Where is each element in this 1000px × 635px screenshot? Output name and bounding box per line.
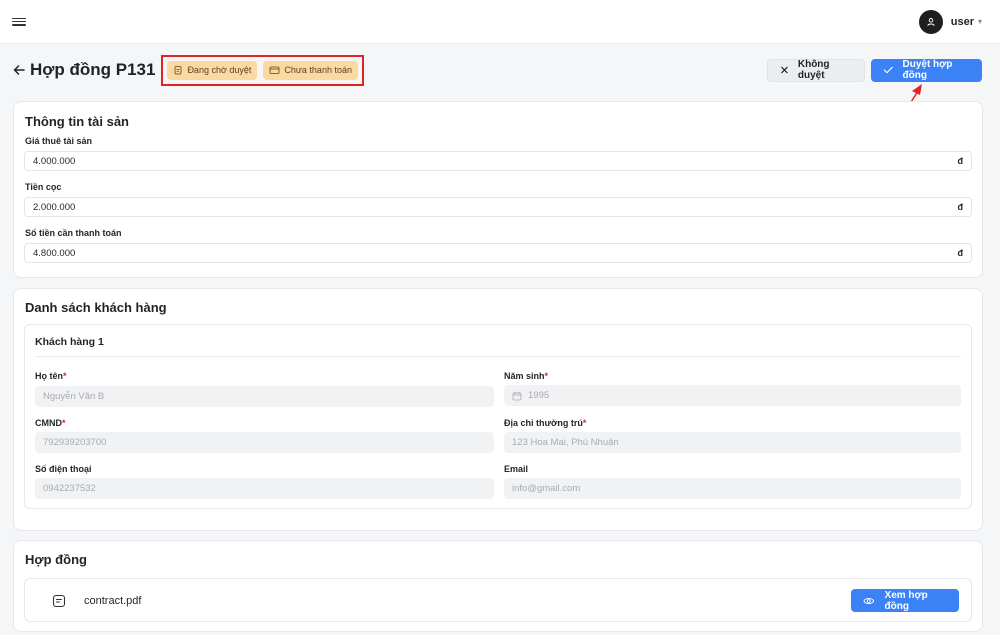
deposit-unit: đ [957, 202, 964, 212]
id-card-label: CMND* [35, 418, 66, 428]
id-card-input[interactable]: 792939203700 [35, 432, 494, 453]
reject-button-label: Không duyệt [797, 59, 830, 81]
address-input[interactable]: 123 Hoa Mai, Phú Nhuận [504, 432, 961, 453]
address-label: Địa chỉ thường trú* [504, 418, 587, 428]
customer-list-card: Danh sách khách hàng Khách hàng 1 Họ tên… [13, 288, 983, 531]
rent-price-value: 4.000.000 [33, 155, 76, 167]
birth-year-value: 1995 [528, 390, 550, 401]
calendar-icon [512, 391, 522, 400]
full-name-value: Nguyễn Văn B [43, 391, 105, 402]
deposit-value: 2.000.000 [33, 201, 76, 213]
status-badge-unpaid-label: Chưa thanh toán [284, 65, 352, 75]
clipboard-icon [175, 66, 182, 75]
divider [35, 356, 961, 357]
reject-button[interactable]: Không duyệt [767, 58, 865, 82]
amount-due-value: 4.800.000 [33, 247, 76, 259]
email-value: info@gmail.com [512, 483, 581, 494]
header-actions: Không duyệt Duyệt hợp đồng [767, 58, 982, 82]
deposit-input[interactable]: 2.000.000 đ [24, 197, 972, 217]
top-bar: user ▾ [0, 0, 1000, 44]
contract-title: Hợp đồng [25, 552, 87, 567]
phone-input[interactable]: 0942237532 [35, 478, 494, 499]
user-icon [927, 17, 935, 26]
full-name-input[interactable]: Nguyễn Văn B [35, 386, 494, 407]
close-icon [781, 66, 788, 74]
approve-button-label: Duyệt hợp đồng [902, 59, 953, 81]
back-arrow-icon[interactable] [12, 63, 26, 77]
address-value: 123 Hoa Mai, Phú Nhuận [512, 437, 619, 448]
email-label: Email [504, 464, 529, 474]
full-name-label: Họ tên* [35, 371, 67, 381]
user-menu[interactable]: user ▾ [918, 9, 982, 34]
contract-file-row: contract.pdf Xem hợp đồng [24, 578, 972, 622]
amount-due-input[interactable]: 4.800.000 đ [24, 243, 972, 263]
username[interactable]: user [951, 16, 974, 28]
customer-card-title: Khách hàng 1 [35, 336, 104, 348]
rent-price-unit: đ [957, 156, 964, 166]
birth-year-input[interactable]: 1995 [504, 385, 961, 406]
amount-due-unit: đ [957, 248, 964, 258]
menu-icon[interactable] [12, 16, 26, 28]
rent-price-input[interactable]: 4.000.000 đ [24, 151, 972, 171]
property-info-card: Thông tin tài sản Giá thuê tài sản 4.000… [13, 101, 983, 278]
check-icon [883, 66, 893, 74]
customer-list-title: Danh sách khách hàng [25, 300, 167, 315]
birth-year-label: Năm sinh* [504, 371, 549, 381]
status-badge-pending-label: Đang chờ duyệt [187, 65, 252, 75]
rent-price-label: Giá thuê tài sản [25, 136, 93, 146]
phone-label: Số điện thoại [35, 464, 92, 474]
contract-card: Hợp đồng contract.pdf Xem hợp đồng [13, 540, 983, 632]
amount-due-label: Số tiền cần thanh toán [25, 228, 122, 238]
property-info-title: Thông tin tài sản [25, 114, 129, 129]
approve-button[interactable]: Duyệt hợp đồng [871, 58, 982, 82]
id-card-value: 792939203700 [43, 437, 107, 448]
view-contract-label: Xem hợp đồng [884, 589, 928, 612]
page-header: Hợp đồng P131 Đang chờ duyệt Chưa thanh … [12, 54, 982, 86]
credit-card-icon [269, 66, 280, 74]
deposit-label: Tiền cọc [25, 182, 62, 192]
status-badge-unpaid: Chưa thanh toán [263, 60, 358, 80]
chevron-down-icon[interactable]: ▾ [978, 17, 982, 26]
eye-icon [863, 597, 875, 604]
phone-value: 0942237532 [43, 483, 96, 494]
status-badge-pending: Đang chờ duyệt [167, 60, 258, 80]
avatar[interactable] [918, 9, 943, 34]
customer-card: Khách hàng 1 Họ tên* Nguyễn Văn B Năm si… [24, 324, 972, 509]
view-contract-button[interactable]: Xem hợp đồng [851, 589, 959, 612]
page-title: Hợp đồng P131 [30, 60, 156, 79]
status-badges-highlight: Đang chờ duyệt Chưa thanh toán [161, 54, 364, 86]
file-icon [52, 594, 66, 608]
email-input[interactable]: info@gmail.com [504, 478, 961, 499]
contract-file-name[interactable]: contract.pdf [84, 595, 141, 607]
